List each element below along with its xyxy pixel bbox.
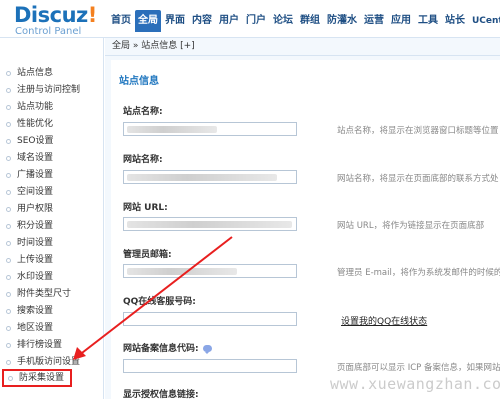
- nav-portal[interactable]: 门户: [243, 10, 269, 32]
- field-hint-site-name: 站点名称，将显示在浏览器窗口标题等位置: [337, 126, 499, 136]
- bullet-icon: [6, 257, 11, 263]
- bullet-icon: [6, 87, 11, 93]
- nav-users[interactable]: 用户: [216, 10, 242, 32]
- bullet-icon: [8, 375, 13, 381]
- watermark-text: www.xuewangzhan.com: [330, 375, 500, 393]
- qq-status-link[interactable]: 设置我的QQ在线状态: [341, 314, 427, 327]
- sidebar-item-performance[interactable]: 性能优化: [6, 117, 53, 131]
- icp-input[interactable]: [123, 359, 297, 373]
- bullet-icon: [6, 206, 11, 212]
- sidebar-item-region[interactable]: 地区设置: [6, 321, 53, 335]
- nav-tools[interactable]: 工具: [415, 10, 441, 32]
- sidebar-item-seo[interactable]: SEO设置: [6, 134, 53, 148]
- bullet-icon: [6, 308, 11, 314]
- sidebar-item-register-access[interactable]: 注册与访问控制: [6, 83, 80, 97]
- nav-ucenter[interactable]: UCenter: [469, 10, 500, 32]
- sidebar-item-search[interactable]: 搜索设置: [6, 304, 53, 318]
- sidebar-item-mobile[interactable]: 手机版访问设置: [6, 355, 80, 369]
- bullet-icon: [6, 104, 11, 110]
- site-url-input[interactable]: [123, 217, 297, 231]
- field-hint-admin-email: 管理员 E-mail，将作为系统发邮件的时候的发: [337, 268, 500, 278]
- bullet-icon: [6, 359, 11, 365]
- website-name-input[interactable]: [123, 170, 297, 184]
- bullet-icon: [6, 138, 11, 144]
- sidebar-item-broadcast[interactable]: 广播设置: [6, 168, 53, 182]
- admin-email-input[interactable]: [123, 264, 297, 278]
- nav-antispam[interactable]: 防灌水: [324, 10, 360, 32]
- field-label-admin-email: 管理员邮箱:: [123, 250, 172, 260]
- field-label-license-link: 显示授权信息链接:: [123, 390, 199, 399]
- logo[interactable]: Discuz! Control Panel: [14, 4, 104, 38]
- comment-icon[interactable]: [202, 345, 212, 354]
- sidebar-item-domain[interactable]: 域名设置: [6, 151, 53, 165]
- bullet-icon: [6, 240, 11, 246]
- sidebar: 站点信息 注册与访问控制 站点功能 性能优化 SEO设置 域名设置 广播设置 空…: [0, 38, 104, 399]
- sidebar-item-space[interactable]: 空间设置: [6, 185, 53, 199]
- bullet-icon: [6, 121, 11, 127]
- bullet-icon: [6, 291, 11, 297]
- nav-operations[interactable]: 运营: [361, 10, 387, 32]
- sidebar-item-upload[interactable]: 上传设置: [6, 253, 53, 267]
- top-nav: 首页 全局 界面 内容 用户 门户 论坛 群组 防灌水 运营 应用 工具 站长 …: [108, 10, 500, 32]
- section-title: 站点信息: [119, 76, 159, 87]
- header: Discuz! Control Panel 首页 全局 界面 内容 用户 门户 …: [0, 0, 500, 38]
- blurred-value: [127, 268, 237, 275]
- bullet-icon: [6, 155, 11, 161]
- field-label-site-url: 网站 URL:: [123, 203, 168, 213]
- sidebar-item-anti-scrape[interactable]: 防采集设置: [2, 369, 73, 387]
- bullet-icon: [6, 172, 11, 178]
- sidebar-item-rankings[interactable]: 排行榜设置: [6, 338, 62, 352]
- sidebar-item-credits[interactable]: 积分设置: [6, 219, 53, 233]
- bullet-icon: [6, 342, 11, 348]
- nav-global[interactable]: 全局: [135, 10, 161, 32]
- site-name-input[interactable]: [123, 122, 297, 136]
- nav-apps[interactable]: 应用: [388, 10, 414, 32]
- logo-bang: !: [87, 3, 98, 27]
- bullet-icon: [6, 70, 11, 76]
- sidebar-item-user-permissions[interactable]: 用户权限: [6, 202, 53, 216]
- sidebar-item-site-info[interactable]: 站点信息: [6, 66, 53, 80]
- blurred-value: [127, 126, 217, 133]
- main-content: 站点信息 站点名称: 站点名称，将显示在浏览器窗口标题等位置 网站名称: 网站名…: [105, 56, 500, 399]
- qq-service-input[interactable]: [123, 312, 297, 326]
- nav-content[interactable]: 内容: [189, 10, 215, 32]
- nav-forum[interactable]: 论坛: [270, 10, 296, 32]
- breadcrumb[interactable]: 全局 » 站点信息 [+]: [105, 38, 500, 56]
- bullet-icon: [6, 223, 11, 229]
- field-hint-website-name: 网站名称，将显示在页面底部的联系方式处: [337, 174, 499, 184]
- nav-interface[interactable]: 界面: [162, 10, 188, 32]
- settings-panel: 站点信息 站点名称: 站点名称，将显示在浏览器窗口标题等位置 网站名称: 网站名…: [111, 60, 500, 399]
- bullet-icon: [6, 325, 11, 331]
- logo-text: Discuz: [14, 3, 88, 27]
- logo-subtitle: Control Panel: [15, 26, 82, 37]
- field-label-site-name: 站点名称:: [123, 107, 163, 117]
- bullet-icon: [6, 189, 11, 195]
- sidebar-item-attachment-types[interactable]: 附件类型尺寸: [6, 287, 71, 301]
- blurred-value: [127, 174, 277, 181]
- field-label-qq-service: QQ在线客服号码:: [123, 297, 196, 307]
- nav-webmaster[interactable]: 站长: [442, 10, 468, 32]
- nav-home[interactable]: 首页: [108, 10, 134, 32]
- sidebar-item-time[interactable]: 时间设置: [6, 236, 53, 250]
- field-label-icp: 网站备案信息代码:: [123, 341, 212, 354]
- field-label-website-name: 网站名称:: [123, 155, 163, 165]
- sidebar-item-site-features[interactable]: 站点功能: [6, 100, 53, 114]
- field-hint-site-url: 网站 URL，将作为链接显示在页面底部: [337, 221, 485, 231]
- sidebar-item-watermark[interactable]: 水印设置: [6, 270, 53, 284]
- nav-groups[interactable]: 群组: [297, 10, 323, 32]
- bullet-icon: [6, 274, 11, 280]
- field-hint-icp: 页面底部可以显示 ICP 备案信息，如果网站已: [337, 363, 500, 373]
- blurred-value: [127, 221, 292, 228]
